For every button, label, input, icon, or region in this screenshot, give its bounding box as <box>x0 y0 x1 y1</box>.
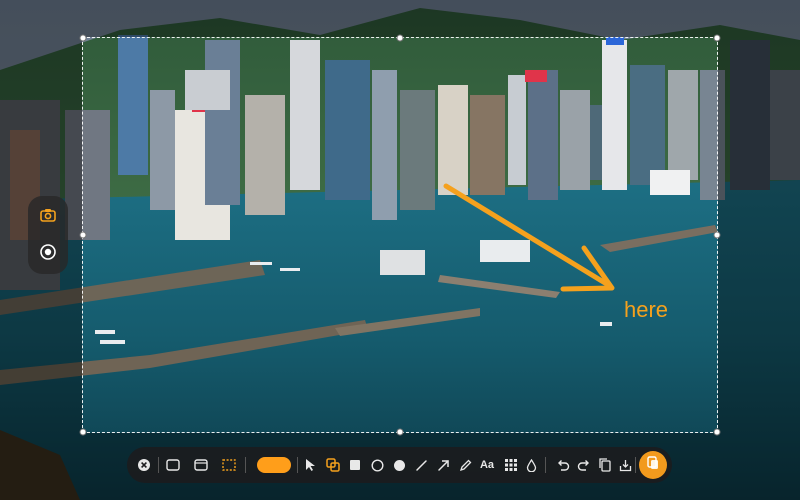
ellipse-tool-button[interactable] <box>367 455 387 475</box>
pen-tool-button[interactable] <box>455 455 475 475</box>
arrow-icon <box>437 459 450 472</box>
pointer-icon <box>305 458 317 472</box>
circle-outline-icon <box>370 458 384 472</box>
toolbar-divider <box>245 457 246 473</box>
save-button[interactable] <box>615 455 635 475</box>
record-mode-button[interactable] <box>34 240 62 268</box>
capture-button[interactable] <box>639 451 667 479</box>
toolbar-divider <box>297 457 298 473</box>
mosaic-tool-button[interactable] <box>501 455 521 475</box>
resize-handle-top-right[interactable] <box>713 34 721 42</box>
resize-handle-right[interactable] <box>713 231 721 239</box>
close-icon <box>137 458 151 472</box>
color-swatch[interactable] <box>257 457 291 473</box>
redo-icon <box>577 459 591 471</box>
resize-handle-top[interactable] <box>396 34 404 42</box>
copy-to-clipboard-button[interactable] <box>595 455 615 475</box>
rectangle-mode-icon <box>166 459 180 471</box>
mosaic-icon <box>505 459 517 471</box>
capture-icon <box>646 455 660 475</box>
window-mode-icon <box>194 459 208 471</box>
screenshot-mode-button[interactable] <box>34 203 62 231</box>
copy-icon <box>599 458 611 472</box>
resize-handle-top-left[interactable] <box>79 34 87 42</box>
undo-button[interactable] <box>553 455 573 475</box>
pen-icon <box>459 459 472 472</box>
text-tool-button[interactable]: Aa <box>475 455 499 475</box>
copy-layer-icon <box>326 458 340 472</box>
resize-handle-bottom[interactable] <box>396 428 404 436</box>
redo-button[interactable] <box>574 455 594 475</box>
close-button[interactable] <box>134 455 154 475</box>
rectangle-tool-button[interactable] <box>345 455 365 475</box>
blur-tool-button[interactable] <box>521 455 541 475</box>
camera-icon <box>39 206 57 229</box>
save-icon <box>619 459 632 472</box>
blur-drop-icon <box>526 458 537 472</box>
resize-handle-bottom-right[interactable] <box>713 428 721 436</box>
arrow-tool-button[interactable] <box>433 455 453 475</box>
selection-frame[interactable] <box>79 34 721 436</box>
line-icon <box>415 459 428 472</box>
record-icon <box>39 243 57 266</box>
custom-area-icon <box>222 459 236 471</box>
resize-handle-bottom-left[interactable] <box>79 428 87 436</box>
capture-mode-toolbar <box>28 196 68 274</box>
layer-tool-button[interactable] <box>323 455 343 475</box>
window-mode-button[interactable] <box>191 455 211 475</box>
filled-ellipse-tool-button[interactable] <box>389 455 409 475</box>
resize-handle-left[interactable] <box>79 231 87 239</box>
filled-square-icon <box>349 459 361 471</box>
custom-area-mode-button[interactable] <box>219 455 239 475</box>
toolbar-divider <box>158 457 159 473</box>
text-icon: Aa <box>479 459 495 471</box>
annotation-toolbar: Aa <box>127 447 672 483</box>
toolbar-divider <box>635 457 636 473</box>
filled-circle-icon <box>393 459 406 472</box>
select-tool-button[interactable] <box>301 455 321 475</box>
fullscreen-mode-button[interactable] <box>163 455 183 475</box>
undo-icon <box>556 459 570 471</box>
line-tool-button[interactable] <box>411 455 431 475</box>
